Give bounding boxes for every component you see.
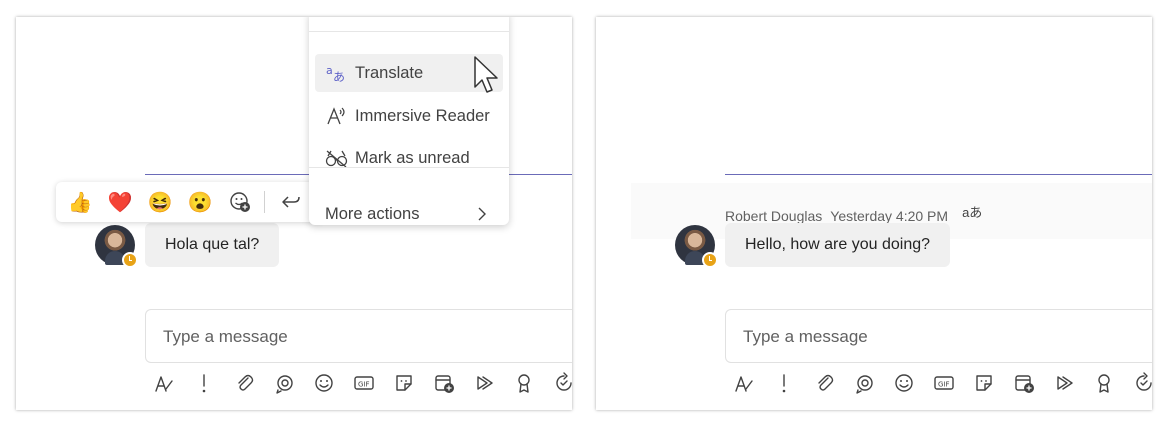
attach-icon[interactable] (804, 370, 844, 396)
reaction-divider (264, 191, 265, 213)
immersive-reader-menu-item[interactable]: Immersive Reader (315, 97, 503, 135)
praise-icon[interactable] (1084, 370, 1124, 396)
new-messages-divider (725, 174, 1152, 175)
translated-icon[interactable]: aあ (962, 205, 982, 220)
updates-icon[interactable] (1124, 370, 1152, 396)
mark-unread-label: Mark as unread (355, 148, 470, 167)
translate-menu-item[interactable]: aあ Translate (315, 54, 503, 92)
compose-toolbar: GIF (724, 370, 1152, 396)
right-chat-panel: Robert Douglas Yesterday 4:20 PM aあ Hello,… (596, 17, 1152, 410)
svg-text:a: a (326, 64, 333, 77)
reaction-bar: 👍 ❤️ 😆 😮 (56, 182, 322, 222)
emoji-icon[interactable] (304, 370, 344, 396)
urgent-icon[interactable] (184, 370, 224, 396)
message-context-menu: aあ Translate Immersive Reader Mark as un… (309, 17, 509, 225)
message-input[interactable] (741, 310, 1125, 364)
svg-text:GIF: GIF (358, 381, 370, 389)
loop-icon[interactable] (264, 370, 304, 396)
compose-box (725, 309, 1152, 364)
more-actions-menu-item[interactable]: More actions (309, 195, 509, 233)
message-header: Robert Douglas Yesterday 4:20 PM aあ (725, 202, 982, 224)
message-bubble[interactable]: Hello, how are you doing? (725, 223, 951, 267)
menu-divider (309, 167, 509, 168)
attach-icon[interactable] (224, 370, 264, 396)
stream-icon[interactable] (1044, 370, 1084, 396)
gif-icon[interactable]: GIF (344, 370, 384, 396)
translate-label: Translate (355, 63, 424, 82)
chevron-right-icon (478, 207, 486, 221)
updates-icon[interactable] (544, 370, 572, 396)
mark-unread-menu-item[interactable]: Mark as unread (315, 139, 503, 177)
svg-text:GIF: GIF (938, 381, 950, 389)
compose-box (145, 309, 572, 364)
immersive-reader-label: Immersive Reader (355, 106, 490, 125)
away-status-icon (702, 252, 718, 268)
sticker-icon[interactable] (384, 370, 424, 396)
add-reaction-icon[interactable] (220, 182, 260, 222)
sender-name: Robert Douglas (725, 208, 823, 224)
like-reaction-icon[interactable]: 👍 (60, 182, 100, 222)
menu-divider (309, 31, 509, 32)
loop-icon[interactable] (844, 370, 884, 396)
message-timestamp: Yesterday 4:20 PM (830, 208, 949, 224)
schedule-meeting-icon[interactable] (1004, 370, 1044, 396)
praise-icon[interactable] (504, 370, 544, 396)
sticker-icon[interactable] (964, 370, 1004, 396)
stream-icon[interactable] (464, 370, 504, 396)
emoji-icon[interactable] (884, 370, 924, 396)
schedule-meeting-icon[interactable] (424, 370, 464, 396)
svg-text:あ: あ (333, 70, 345, 83)
avatar[interactable] (675, 225, 718, 268)
avatar[interactable] (95, 225, 138, 268)
heart-reaction-icon[interactable]: ❤️ (100, 182, 140, 222)
more-actions-label: More actions (325, 204, 420, 223)
format-icon[interactable] (724, 370, 764, 396)
laugh-reaction-icon[interactable]: 😆 (140, 182, 180, 222)
translate-icon: aあ (325, 61, 349, 85)
away-status-icon (122, 252, 138, 268)
compose-toolbar: GIF (144, 370, 572, 396)
urgent-icon[interactable] (764, 370, 804, 396)
reply-icon[interactable] (271, 182, 311, 222)
surprised-reaction-icon[interactable]: 😮 (180, 182, 220, 222)
message-input[interactable] (161, 310, 545, 364)
format-icon[interactable] (144, 370, 184, 396)
gif-icon[interactable]: GIF (924, 370, 964, 396)
left-chat-panel: Hola que tal? 👍 ❤️ 😆 😮 aあ Translate Imme… (16, 17, 572, 410)
immersive-reader-icon (325, 104, 349, 128)
message-bubble[interactable]: Hola que tal? (145, 223, 280, 267)
